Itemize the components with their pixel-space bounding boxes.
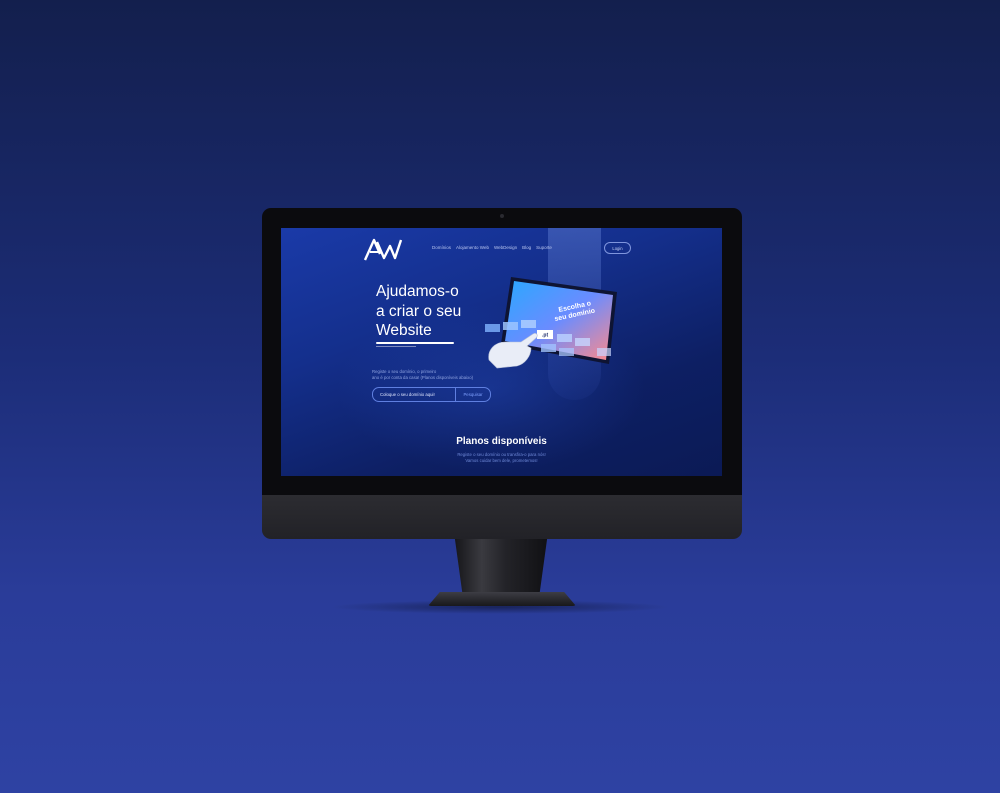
hero-subtitle: Registe o seu domínio, o primeiro ano é … (372, 369, 482, 381)
nav-item-blog[interactable]: Blog (522, 245, 531, 250)
hero-subtitle-line: ano é por conta da casa! (Planos disponí… (372, 375, 474, 380)
nav-item-webdesign[interactable]: WebDesign (494, 245, 517, 250)
domain-illustration: Escolha o seu domínio .pt (485, 277, 617, 369)
tld-card (521, 320, 536, 328)
tld-card (557, 334, 572, 342)
monitor-stand-base (428, 592, 576, 606)
main-nav: Domínios Alojamento Web WebDesign Blog S… (432, 245, 552, 250)
title-underline (376, 342, 454, 344)
monitor-stand-neck (454, 539, 548, 595)
tld-card (559, 348, 574, 356)
selected-tld-label: .pt (542, 333, 548, 339)
plans-subtitle: Registe o seu domínio ou transfira-o par… (281, 452, 722, 464)
hero-title-line: a criar o seu (376, 302, 462, 320)
monitor-chin (262, 495, 742, 539)
hero-title-line: Ajudamos-o (376, 283, 459, 300)
tld-card (575, 338, 590, 346)
plans-subtitle-line: Vamos cuidar bem dele, prometemos! (465, 458, 538, 463)
nav-item-alojamento[interactable]: Alojamento Web (456, 245, 489, 250)
login-button[interactable]: Login (604, 242, 631, 254)
tld-card (485, 324, 500, 332)
domain-search: Pesquisar (372, 387, 491, 402)
hero-title: Ajudamos-o a criar o seu Website (376, 282, 496, 341)
tld-card (541, 344, 556, 352)
hero-title-line: Website (376, 322, 432, 339)
domain-search-input[interactable] (373, 388, 455, 401)
aw-logo-icon (363, 238, 403, 261)
tld-card (597, 348, 611, 356)
camera-icon (500, 214, 504, 218)
search-button[interactable]: Pesquisar (455, 388, 490, 401)
website-screen: Domínios Alojamento Web WebDesign Blog S… (281, 228, 722, 476)
plans-title: Planos disponíveis (456, 436, 547, 447)
tld-card (503, 322, 518, 330)
nav-item-suporte[interactable]: Suporte (536, 245, 552, 250)
nav-item-dominios[interactable]: Domínios (432, 245, 451, 250)
title-underline-secondary (376, 346, 416, 347)
